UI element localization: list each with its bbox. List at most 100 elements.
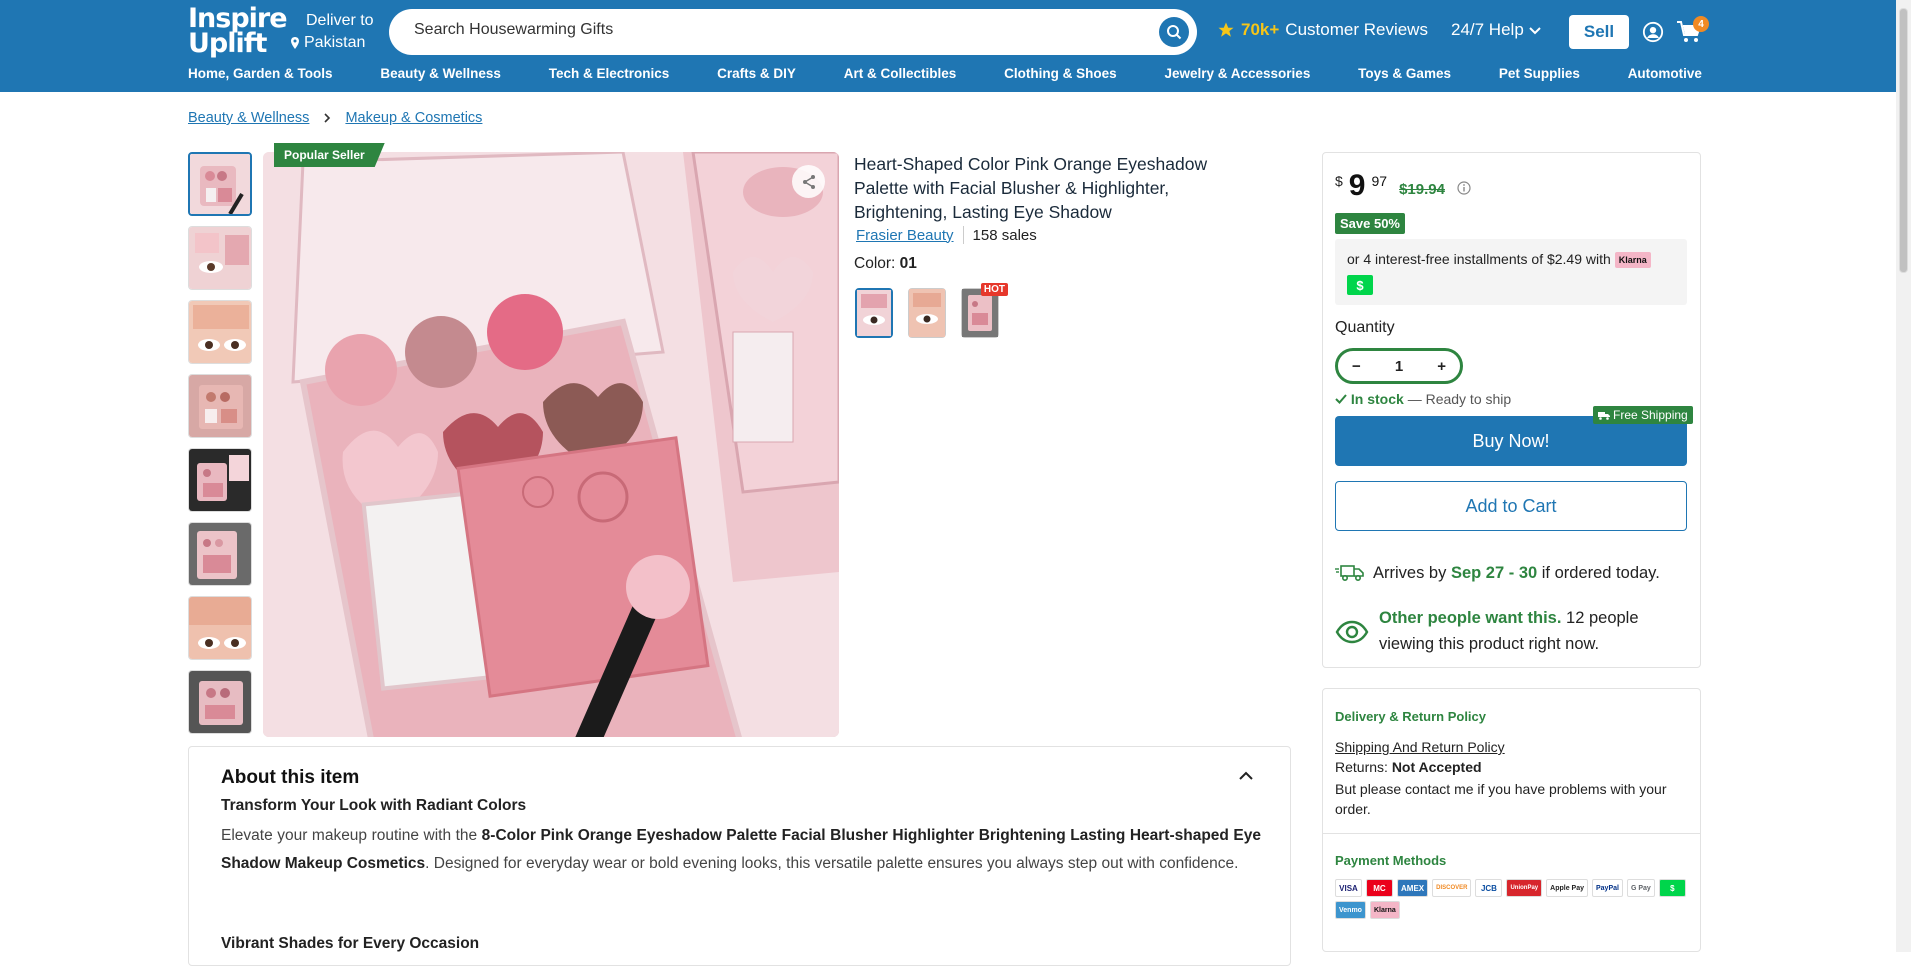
price-dollars: 9 xyxy=(1348,169,1366,202)
sell-button[interactable]: Sell xyxy=(1569,15,1629,49)
chevron-right-icon xyxy=(324,113,331,123)
mastercard-icon: MC xyxy=(1366,879,1393,897)
truck-icon xyxy=(1598,411,1610,420)
thumbnail-3[interactable] xyxy=(188,300,252,364)
main-product-image[interactable] xyxy=(263,152,839,737)
top-header: Inspire Uplift Deliver to Pakistan 70k+ … xyxy=(0,0,1896,92)
cashapp-logo: $ xyxy=(1347,275,1373,295)
share-icon xyxy=(802,174,815,189)
price-cents: 97 xyxy=(1371,173,1388,189)
search-icon xyxy=(1167,25,1182,40)
color-swatch-03[interactable]: HOT xyxy=(961,283,1008,338)
help-menu[interactable]: 24/7 Help xyxy=(1451,20,1541,40)
nav-beauty-wellness[interactable]: Beauty & Wellness xyxy=(380,66,501,81)
nav-tech-electronics[interactable]: Tech & Electronics xyxy=(549,66,670,81)
color-selector-label: Color: 01 xyxy=(854,255,917,272)
price: $ 9 97 $19.94 xyxy=(1335,171,1471,201)
reviews-label: Customer Reviews xyxy=(1285,20,1428,39)
color-value: 01 xyxy=(899,255,917,272)
policy-box: Delivery & Return Policy Shipping And Re… xyxy=(1322,688,1701,952)
search-input[interactable] xyxy=(414,21,1114,39)
divider xyxy=(1323,833,1700,834)
nav-toys-games[interactable]: Toys & Games xyxy=(1358,66,1451,81)
breadcrumb: Beauty & Wellness Makeup & Cosmetics xyxy=(188,110,482,126)
brand-link[interactable]: Frasier Beauty xyxy=(856,227,954,244)
apple-pay-icon: Apple Pay xyxy=(1546,879,1588,897)
about-section: About this item Transform Your Look with… xyxy=(188,746,1291,966)
unionpay-icon: UnionPay xyxy=(1506,879,1543,897)
product-photo xyxy=(263,152,839,737)
discover-icon: DISCOVER xyxy=(1432,879,1472,897)
account-button[interactable] xyxy=(1642,21,1664,48)
nav-automotive[interactable]: Automotive xyxy=(1628,66,1702,81)
reviews-count: 70k+ xyxy=(1241,20,1280,39)
site-logo[interactable]: Inspire Uplift xyxy=(188,5,288,57)
increase-quantity-button[interactable]: + xyxy=(1437,358,1446,375)
chevron-down-icon xyxy=(1528,27,1541,35)
quantity-stepper: − 1 + xyxy=(1335,348,1463,384)
thumbnail-list xyxy=(188,152,252,744)
paypal-icon: PayPal xyxy=(1592,879,1623,897)
viewers-notice: Other people want this. 12 people viewin… xyxy=(1335,605,1685,657)
check-icon xyxy=(1335,394,1347,404)
about-paragraph: Elevate your makeup routine with the 8-C… xyxy=(221,827,1261,872)
thumbnail-2[interactable] xyxy=(188,226,252,290)
returns-status: Returns: Not Accepted xyxy=(1335,759,1482,775)
category-nav: Home, Garden & Tools Beauty & Wellness T… xyxy=(188,66,1702,81)
nav-jewelry-accessories[interactable]: Jewelry & Accessories xyxy=(1164,66,1310,81)
quantity-value[interactable]: 1 xyxy=(1395,358,1403,375)
payment-methods-heading: Payment Methods xyxy=(1335,853,1447,868)
about-subheading-1: Transform Your Look with Radiant Colors xyxy=(221,797,527,814)
add-to-cart-button[interactable]: Add to Cart xyxy=(1335,481,1687,531)
thumbnail-6[interactable] xyxy=(188,522,252,586)
deliver-to[interactable]: Deliver to Pakistan xyxy=(290,10,374,54)
about-heading: About this item xyxy=(221,767,360,788)
breadcrumb-makeup-cosmetics[interactable]: Makeup & Cosmetics xyxy=(345,110,482,126)
scrollbar-thumb[interactable] xyxy=(1899,8,1908,273)
color-swatch-02[interactable] xyxy=(908,288,946,338)
thumbnail-4[interactable] xyxy=(188,374,252,438)
buy-box: $ 9 97 $19.94 Save 50% or 4 interest-fre… xyxy=(1322,152,1701,668)
nav-crafts-diy[interactable]: Crafts & DIY xyxy=(717,66,796,81)
search-button[interactable] xyxy=(1159,17,1189,47)
delivery-truck-icon xyxy=(1335,565,1364,582)
decrease-quantity-button[interactable]: − xyxy=(1352,358,1361,375)
nav-clothing-shoes[interactable]: Clothing & Shoes xyxy=(1004,66,1117,81)
page-scrollbar[interactable] xyxy=(1896,0,1911,952)
color-swatches: HOT xyxy=(855,283,1008,338)
search-bar xyxy=(389,9,1197,55)
hot-badge: HOT xyxy=(980,283,1008,296)
info-icon[interactable] xyxy=(1457,181,1471,195)
sales-count: 158 sales xyxy=(972,226,1037,244)
user-icon xyxy=(1642,21,1664,43)
nav-home-garden-tools[interactable]: Home, Garden & Tools xyxy=(188,66,333,81)
shipping-policy-link[interactable]: Shipping And Return Policy xyxy=(1335,739,1505,755)
installments-text: or 4 interest-free installments of $2.49… xyxy=(1347,251,1611,267)
share-button[interactable] xyxy=(792,165,825,198)
cart-count-badge: 4 xyxy=(1693,16,1709,32)
thumbnail-8[interactable] xyxy=(188,670,252,734)
thumbnail-1[interactable] xyxy=(188,152,252,216)
stock-status: In stock — Ready to ship xyxy=(1335,391,1511,407)
brand-row: Frasier Beauty 158 sales xyxy=(856,226,1037,244)
eye-icon xyxy=(1335,620,1369,644)
thumbnail-5[interactable] xyxy=(188,448,252,512)
customer-reviews-link[interactable]: 70k+ Customer Reviews xyxy=(1217,20,1428,40)
nav-pet-supplies[interactable]: Pet Supplies xyxy=(1499,66,1580,81)
save-badge: Save 50% xyxy=(1335,213,1405,234)
divider xyxy=(962,226,964,244)
free-shipping-badge: Free Shipping xyxy=(1593,406,1693,424)
chevron-up-icon[interactable] xyxy=(1239,771,1253,780)
breadcrumb-beauty-wellness[interactable]: Beauty & Wellness xyxy=(188,110,309,126)
payment-methods-list: VISA MC AMEX DISCOVER JCB UnionPay Apple… xyxy=(1335,879,1690,919)
cashapp-icon: $ xyxy=(1658,879,1686,897)
color-swatch-01[interactable] xyxy=(855,288,893,338)
thumbnail-7[interactable] xyxy=(188,596,252,660)
original-price: $19.94 xyxy=(1399,181,1445,198)
nav-art-collectibles[interactable]: Art & Collectibles xyxy=(844,66,957,81)
policy-note: But please contact me if you have proble… xyxy=(1335,781,1667,817)
popular-seller-badge: Popular Seller xyxy=(274,143,385,167)
jcb-icon: JCB xyxy=(1475,879,1503,897)
google-pay-icon: G Pay xyxy=(1626,879,1655,897)
delivery-estimate: Arrives by Sep 27 - 30 if ordered today. xyxy=(1335,563,1660,583)
